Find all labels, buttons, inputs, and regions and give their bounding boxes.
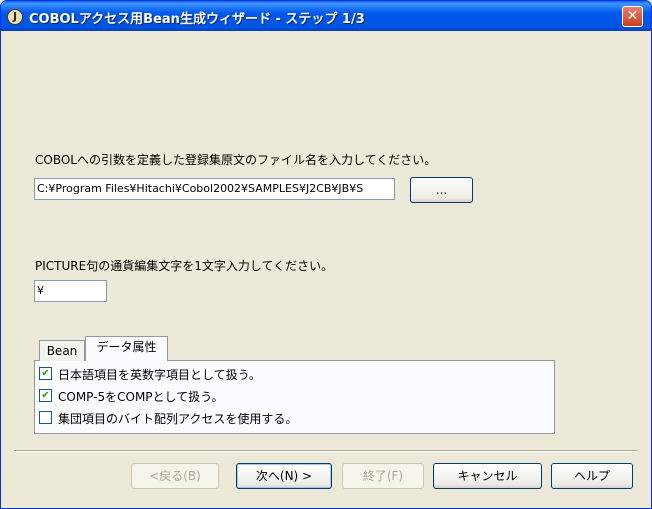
currency-prompt-label: PICTURE句の通貨編集文字を1文字入力してください。: [35, 259, 334, 273]
tab-bean[interactable]: Bean: [39, 340, 85, 361]
checkbox-checked-icon[interactable]: ✔: [39, 367, 52, 380]
tab-data-attributes[interactable]: データ属性: [85, 336, 168, 361]
footer-divider: [14, 450, 638, 452]
back-button[interactable]: <戻る(B): [131, 463, 219, 489]
close-icon: ✕: [626, 8, 639, 24]
checkbox-unchecked-icon[interactable]: [39, 411, 52, 424]
currency-symbol-input[interactable]: ¥: [34, 280, 107, 302]
next-button[interactable]: 次へ(N) >: [236, 463, 332, 489]
option-label: 日本語項目を英数字項目として扱う。: [58, 368, 261, 382]
wizard-dialog: J COBOLアクセス用Bean生成ウィザード - ステップ 1/3 ✕ COB…: [0, 0, 652, 509]
help-button[interactable]: ヘルプ: [551, 463, 633, 489]
checkbox-checked-icon[interactable]: ✔: [39, 389, 52, 402]
finish-button[interactable]: 終了(F): [342, 463, 424, 489]
browse-button[interactable]: ...: [410, 177, 473, 203]
copybook-path-input[interactable]: C:¥Program Files¥Hitachi¥Cobol2002¥SAMPL…: [34, 178, 395, 200]
option-label: 集団項目のバイト配列アクセスを使用する。: [58, 412, 298, 426]
file-prompt-label: COBOLへの引数を定義した登録集原文のファイル名を入力してください。: [35, 153, 437, 167]
close-button[interactable]: ✕: [622, 6, 643, 27]
title-bar[interactable]: J COBOLアクセス用Bean生成ウィザード - ステップ 1/3 ✕: [1, 1, 651, 31]
option-label: COMP-5をCOMPとして扱う。: [58, 390, 224, 404]
app-icon: J: [7, 9, 23, 25]
window-title: COBOLアクセス用Bean生成ウィザード - ステップ 1/3: [29, 12, 365, 27]
cancel-button[interactable]: キャンセル: [433, 463, 542, 489]
